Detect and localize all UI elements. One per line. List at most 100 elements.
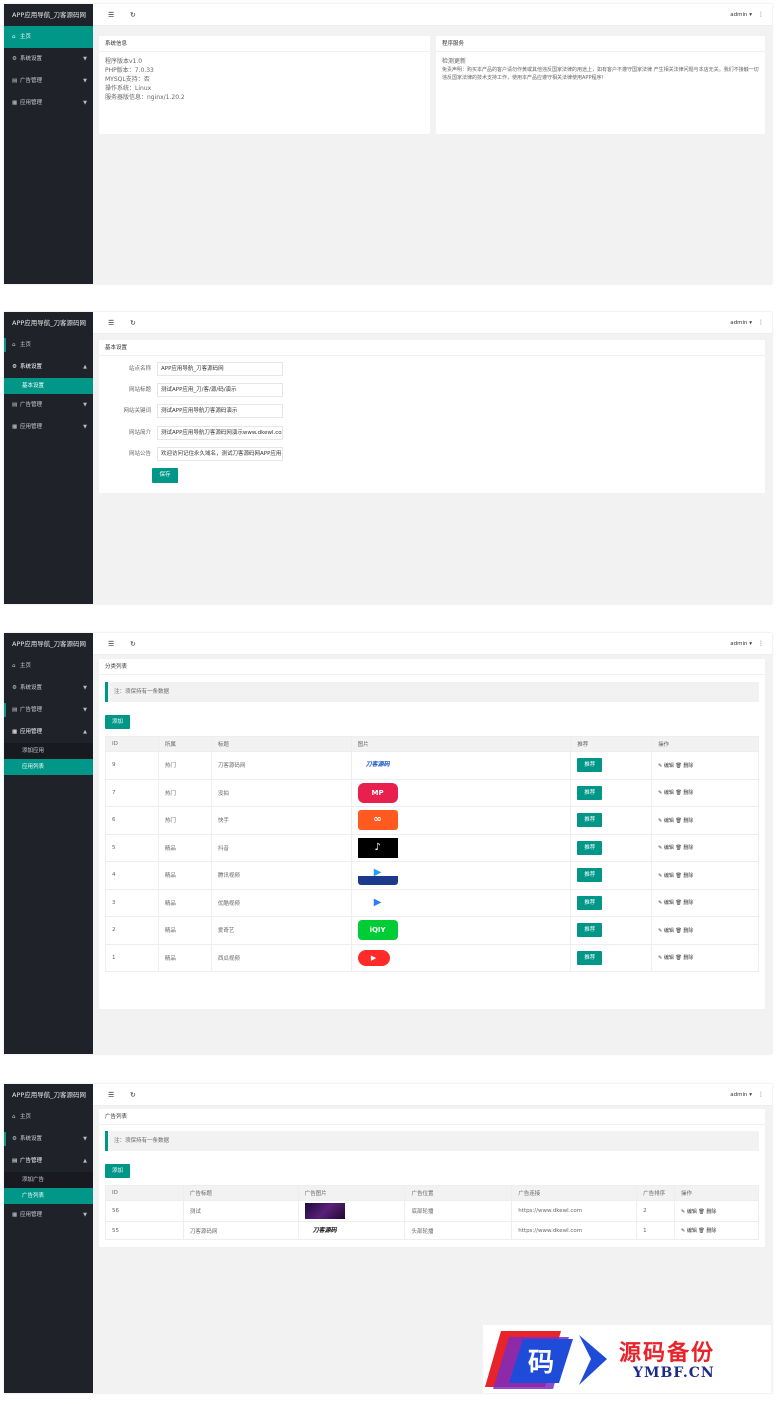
col-ad-image: 广告图片	[297, 1185, 406, 1201]
recommend-button[interactable]: 推荐	[577, 950, 603, 965]
recommend-button[interactable]: 推荐	[577, 758, 603, 773]
ad-image-logo: 刀客源码	[312, 1226, 337, 1234]
system-info-card: 系统信息 程序版本v1.0 PHP版本：7.0.33 MYSQL支持：否 操作系…	[99, 36, 430, 134]
info-line: 程序版本v1.0	[105, 58, 143, 65]
nav-system[interactable]: ⚙ 系统设置 ▼	[4, 677, 93, 699]
app-table: ID 所属 标题 图片 推荐 操作 9 热门 刀客源码网 刀客源码 推荐 ✎ 编辑 …	[105, 736, 759, 972]
nav-system[interactable]: ⚙ 系统设置 ▼	[4, 1128, 93, 1150]
card-title: 分类列表	[99, 659, 765, 675]
row-actions[interactable]: ✎ 编辑 🗑 删除	[651, 861, 759, 890]
col-actions: 操作	[651, 736, 759, 752]
more-icon[interactable]: ⋮	[758, 633, 764, 655]
nav-basic-settings[interactable]: 基本设置	[4, 378, 93, 394]
nav-home[interactable]: ⌂ 主页	[4, 26, 93, 48]
col-id: ID	[105, 1185, 184, 1201]
nav-apps[interactable]: ▦ 应用管理 ▼	[4, 416, 93, 438]
row-actions[interactable]: ✎ 编辑 🗑 删除	[674, 1221, 759, 1240]
notice-input[interactable]: 欢迎访问记住永久域名，测试刀客源码网APP应用导	[157, 447, 283, 461]
row-actions[interactable]: ✎ 编辑 🗑 删除	[651, 778, 759, 807]
user-menu[interactable]: admin ▾	[730, 633, 752, 655]
recommend-button[interactable]: 推荐	[577, 840, 603, 855]
menu-toggle-icon[interactable]: ☰	[108, 1084, 114, 1106]
recommend-button[interactable]: 推荐	[577, 785, 603, 800]
refresh-icon[interactable]: ↻	[130, 633, 136, 655]
save-button[interactable]: 保存	[152, 468, 178, 483]
nav-add-ad[interactable]: 添加广告	[4, 1172, 93, 1188]
refresh-icon[interactable]: ↻	[130, 4, 136, 26]
nav-system[interactable]: ⚙ 系统设置 ▲	[4, 356, 93, 378]
recommend-button[interactable]: 推荐	[577, 868, 603, 883]
service-card: 程序服务 检测更新 免责声明：购买本产品的客户请勿作黄或其他违反国家法律的用途上…	[436, 36, 765, 134]
more-icon[interactable]: ⋮	[758, 4, 764, 26]
row-actions[interactable]: ✎ 编辑 🗑 删除	[651, 888, 759, 917]
table-row: 55 刀客源码网 刀客源码 头部轮播 https://www.dkewl.com…	[105, 1221, 759, 1240]
row-actions[interactable]: ✎ 编辑 🗑 删除	[651, 943, 759, 972]
col-group: 所属	[157, 736, 212, 752]
intro-input[interactable]: 测试APP应用导航刀客源码网演示www.dkewl.com	[157, 426, 283, 440]
field-label: 网站简介	[128, 430, 151, 436]
topbar: ☰ ↻ admin ▾ ⋮	[93, 633, 772, 655]
user-menu[interactable]: admin ▾	[730, 1084, 752, 1106]
table-row: 56 测试 底部轮播 https://www.dkewl.com 2 ✎ 编辑 …	[105, 1200, 759, 1222]
app-logo-image: ▶	[357, 949, 390, 966]
check-update-link[interactable]: 检测更新	[442, 57, 759, 66]
nav-home[interactable]: ⌂ 主页	[4, 1106, 93, 1128]
row-actions[interactable]: ✎ 编辑 🗑 删除	[651, 833, 759, 862]
nav-ads[interactable]: ▤ 广告管理 ▼	[4, 394, 93, 416]
row-actions[interactable]: ✎ 编辑 🗑 删除	[674, 1200, 759, 1222]
watermark-en: YMBF.CN	[633, 1365, 715, 1381]
chevron-down-icon: ▼	[83, 685, 87, 691]
table-header: ID 所属 标题 图片 推荐 操作	[105, 736, 759, 752]
sidebar: APP应用导航_刀客源码网 ⌂ 主页 ⚙ 系统设置 ▼ ▤ 广告管理 ▼ ▦ 应用管理 ▼	[4, 4, 93, 284]
app-logo: APP应用导航_刀客源码网	[4, 1084, 93, 1106]
chevron-down-icon: ▼	[83, 78, 87, 84]
menu-toggle-icon[interactable]: ☰	[108, 4, 114, 26]
refresh-icon[interactable]: ↻	[130, 1084, 136, 1106]
more-icon[interactable]: ⋮	[758, 312, 764, 334]
add-button[interactable]: 添加	[105, 715, 130, 729]
nav-ads[interactable]: ▤ 广告管理 ▼	[4, 699, 93, 721]
nav-add-app[interactable]: 添加应用	[4, 743, 93, 759]
recommend-button[interactable]: 推荐	[577, 813, 603, 828]
add-button[interactable]: 添加	[105, 1164, 130, 1178]
app-logo-image: MP	[357, 782, 398, 803]
site-title-input[interactable]: 测试APP应用_刀/客/源/码/演示	[157, 383, 283, 397]
recommend-button[interactable]: 推荐	[577, 923, 603, 938]
sidebar: APP应用导航_刀客源码网 ⌂ 主页 ⚙ 系统设置 ▼ ▤ 广告管理 ▲ 添加广告 广告列…	[4, 1084, 93, 1393]
row-actions[interactable]: ✎ 编辑 🗑 删除	[651, 916, 759, 945]
nav-app-list[interactable]: 应用列表	[4, 759, 93, 775]
nav-home[interactable]: ⌂ 主页	[4, 334, 93, 356]
col-recommend: 推荐	[570, 736, 653, 752]
screenshot-home: APP应用导航_刀客源码网 ⌂ 主页 ⚙ 系统设置 ▼ ▤ 广告管理 ▼ ▦ 应用管理 ▼ ☰…	[4, 4, 772, 284]
refresh-icon[interactable]: ↻	[130, 312, 136, 334]
nav-ads[interactable]: ▤ 广告管理 ▲	[4, 1150, 93, 1172]
nav-home[interactable]: ⌂ 主页	[4, 655, 93, 677]
menu-toggle-icon[interactable]: ☰	[108, 633, 114, 655]
nav-apps[interactable]: ▦ 应用管理 ▼	[4, 1204, 93, 1226]
nav-system[interactable]: ⚙ 系统设置 ▼	[4, 48, 93, 70]
nav-ad-list[interactable]: 广告列表	[4, 1188, 93, 1204]
menu-toggle-icon[interactable]: ☰	[108, 312, 114, 334]
row-actions[interactable]: ✎ 编辑 🗑 删除	[651, 806, 759, 835]
info-line: MYSQL支持：否	[105, 76, 150, 83]
table-row: 6 热门 快手 ∞ 推荐 ✎ 编辑 🗑 删除	[105, 806, 759, 835]
nav-ads[interactable]: ▤ 广告管理 ▼	[4, 70, 93, 92]
app-logo-image: ∞	[357, 810, 398, 831]
more-icon[interactable]: ⋮	[758, 1084, 764, 1106]
site-name-input[interactable]: APP应用导航_刀客源码网	[157, 362, 283, 376]
nav-apps[interactable]: ▦ 应用管理 ▲	[4, 721, 93, 743]
col-ad-sort: 广告排序	[636, 1185, 676, 1201]
recommend-button[interactable]: 推荐	[577, 895, 603, 910]
ad-icon: ▤	[12, 402, 18, 408]
row-actions[interactable]: ✎ 编辑 🗑 删除	[651, 751, 759, 780]
keywords-input[interactable]: 测试APP应用导航刀客源码演示	[157, 404, 283, 418]
app-logo: APP应用导航_刀客源码网	[4, 312, 93, 334]
col-ad-title: 广告标题	[182, 1185, 299, 1201]
ad-image	[304, 1203, 345, 1219]
field-label: 网站公告	[128, 451, 151, 457]
nav-apps[interactable]: ▦ 应用管理 ▼	[4, 92, 93, 114]
card-title: 广告列表	[99, 1109, 765, 1125]
user-menu[interactable]: admin ▾	[730, 312, 752, 334]
user-menu[interactable]: admin ▾	[730, 4, 752, 26]
col-id: ID	[105, 736, 159, 752]
